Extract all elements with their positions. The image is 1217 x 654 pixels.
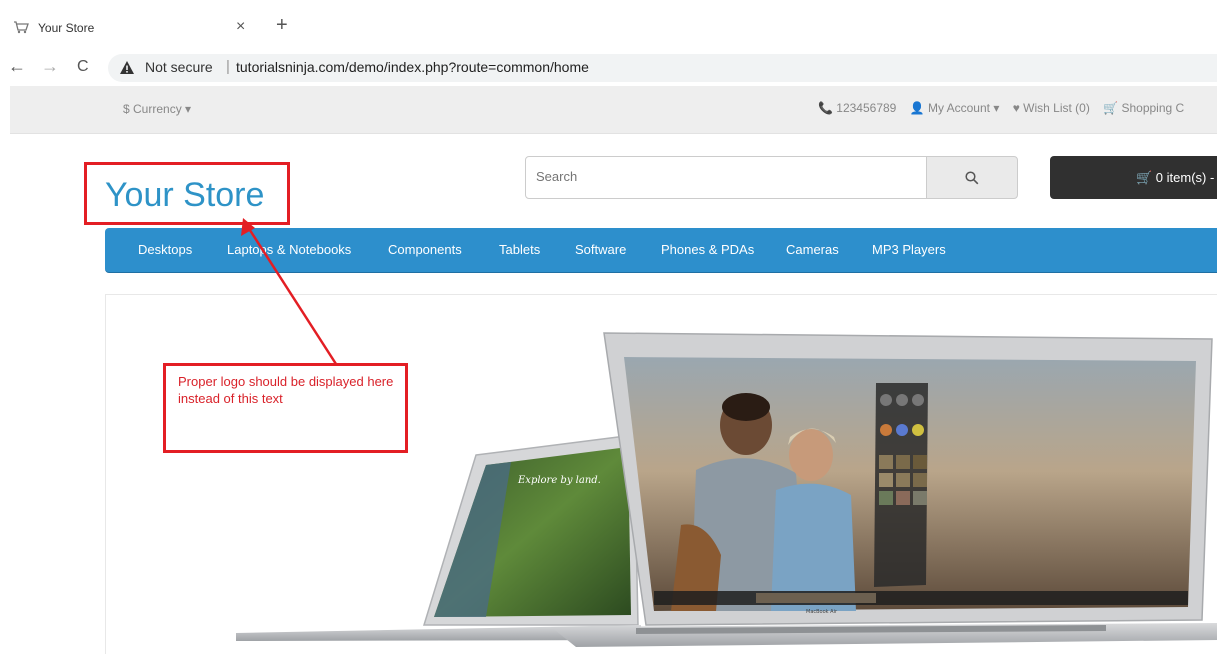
menu-item-mp3-players[interactable]: MP3 Players: [872, 242, 946, 257]
cart-button[interactable]: 🛒 0 item(s) -: [1050, 156, 1217, 199]
menu-item-phones-pdas[interactable]: Phones & PDAs: [661, 242, 754, 257]
search-icon: [965, 170, 979, 184]
security-status[interactable]: Not secure: [145, 59, 213, 75]
search-field[interactable]: [525, 156, 927, 199]
menu-item-laptops-notebooks[interactable]: Laptops & Notebooks: [227, 242, 351, 257]
category-menu: Desktops Laptops & Notebooks Components …: [105, 228, 1217, 273]
phone-link[interactable]: 📞 123456789: [818, 101, 896, 115]
banner-brand-label: MacBook Air: [806, 609, 838, 615]
warning-icon: [120, 61, 134, 74]
reload-button[interactable]: C: [77, 57, 89, 77]
url-text[interactable]: tutorialsninja.com/demo/index.php?route=…: [236, 59, 589, 75]
banner-small-laptop-text: Explore by land.: [517, 475, 601, 486]
new-tab-button[interactable]: +: [276, 15, 288, 35]
hero-banner[interactable]: Explore by land. MacBook Air: [105, 294, 1217, 654]
menu-item-components[interactable]: Components: [388, 242, 462, 257]
menu-item-cameras[interactable]: Cameras: [786, 242, 839, 257]
annotation-note-text: Proper logo should be displayed here ins…: [178, 374, 394, 406]
menu-item-desktops[interactable]: Desktops: [138, 242, 192, 257]
top-links: 📞 123456789 👤 My Account ▾ ♥ Wish List (…: [818, 101, 1194, 115]
logo-highlight-box: [84, 162, 290, 225]
search-button[interactable]: [926, 156, 1018, 199]
forward-button[interactable]: →: [41, 56, 59, 76]
tab-title: Your Store: [38, 21, 95, 35]
wish-list-link[interactable]: ♥ Wish List (0): [1013, 101, 1090, 115]
cart-favicon-icon: [14, 21, 29, 34]
my-account-dropdown[interactable]: 👤 My Account ▾: [910, 101, 1000, 115]
menu-item-tablets[interactable]: Tablets: [499, 242, 540, 257]
browser-tab[interactable]: Your Store ×: [0, 8, 262, 48]
shopping-cart-link[interactable]: 🛒 Shopping C: [1103, 101, 1184, 115]
menu-item-software[interactable]: Software: [575, 242, 626, 257]
currency-dropdown[interactable]: $ Currency ▾: [123, 102, 191, 116]
macbook-air-banner-image: Explore by land. MacBook Air: [236, 332, 1217, 647]
tab-close-button[interactable]: ×: [236, 18, 245, 36]
search-input[interactable]: [536, 169, 906, 184]
cart-button-label: 🛒 0 item(s) -: [1136, 170, 1215, 185]
url-separator: |: [226, 58, 230, 75]
back-button[interactable]: ←: [8, 56, 26, 76]
